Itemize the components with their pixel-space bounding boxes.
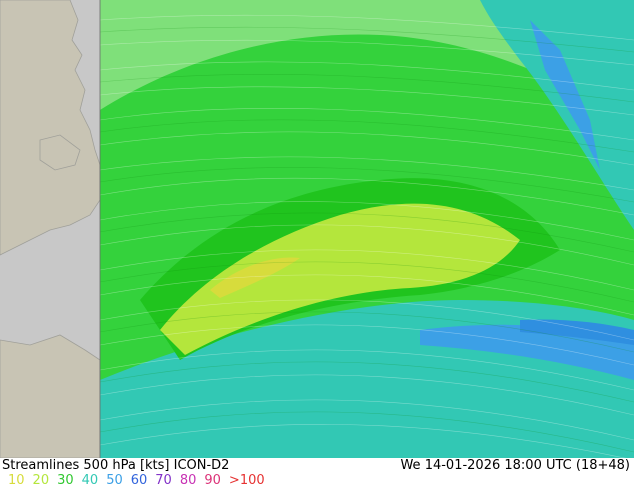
map-canvas <box>0 0 634 459</box>
speed-legend: 10 20 30 40 50 60 70 80 90 >100 <box>8 474 273 488</box>
legend-item: 40 <box>81 473 99 488</box>
legend-item: 50 <box>106 473 123 488</box>
legend-item: >100 <box>228 473 265 488</box>
map-datetime: We 14-01-2026 18:00 UTC (18+48) <box>400 458 630 473</box>
map-title: Streamlines 500 hPa [kts] ICON-D2 <box>2 458 230 473</box>
land-shape-coast <box>0 334 101 459</box>
wind-field <box>100 0 634 458</box>
outside-domain-area <box>0 0 101 459</box>
legend-item: 60 <box>130 473 148 488</box>
legend-item: 10 <box>8 473 25 488</box>
legend-item: 80 <box>179 473 197 488</box>
legend-item: 30 <box>57 473 74 488</box>
streamline-map[interactable] <box>0 0 634 459</box>
legend-item: 90 <box>204 473 221 488</box>
map-footer: Streamlines 500 hPa [kts] ICON-D2 We 14-… <box>0 458 634 490</box>
legend-item: 20 <box>32 473 50 488</box>
legend-item: 70 <box>155 473 172 488</box>
